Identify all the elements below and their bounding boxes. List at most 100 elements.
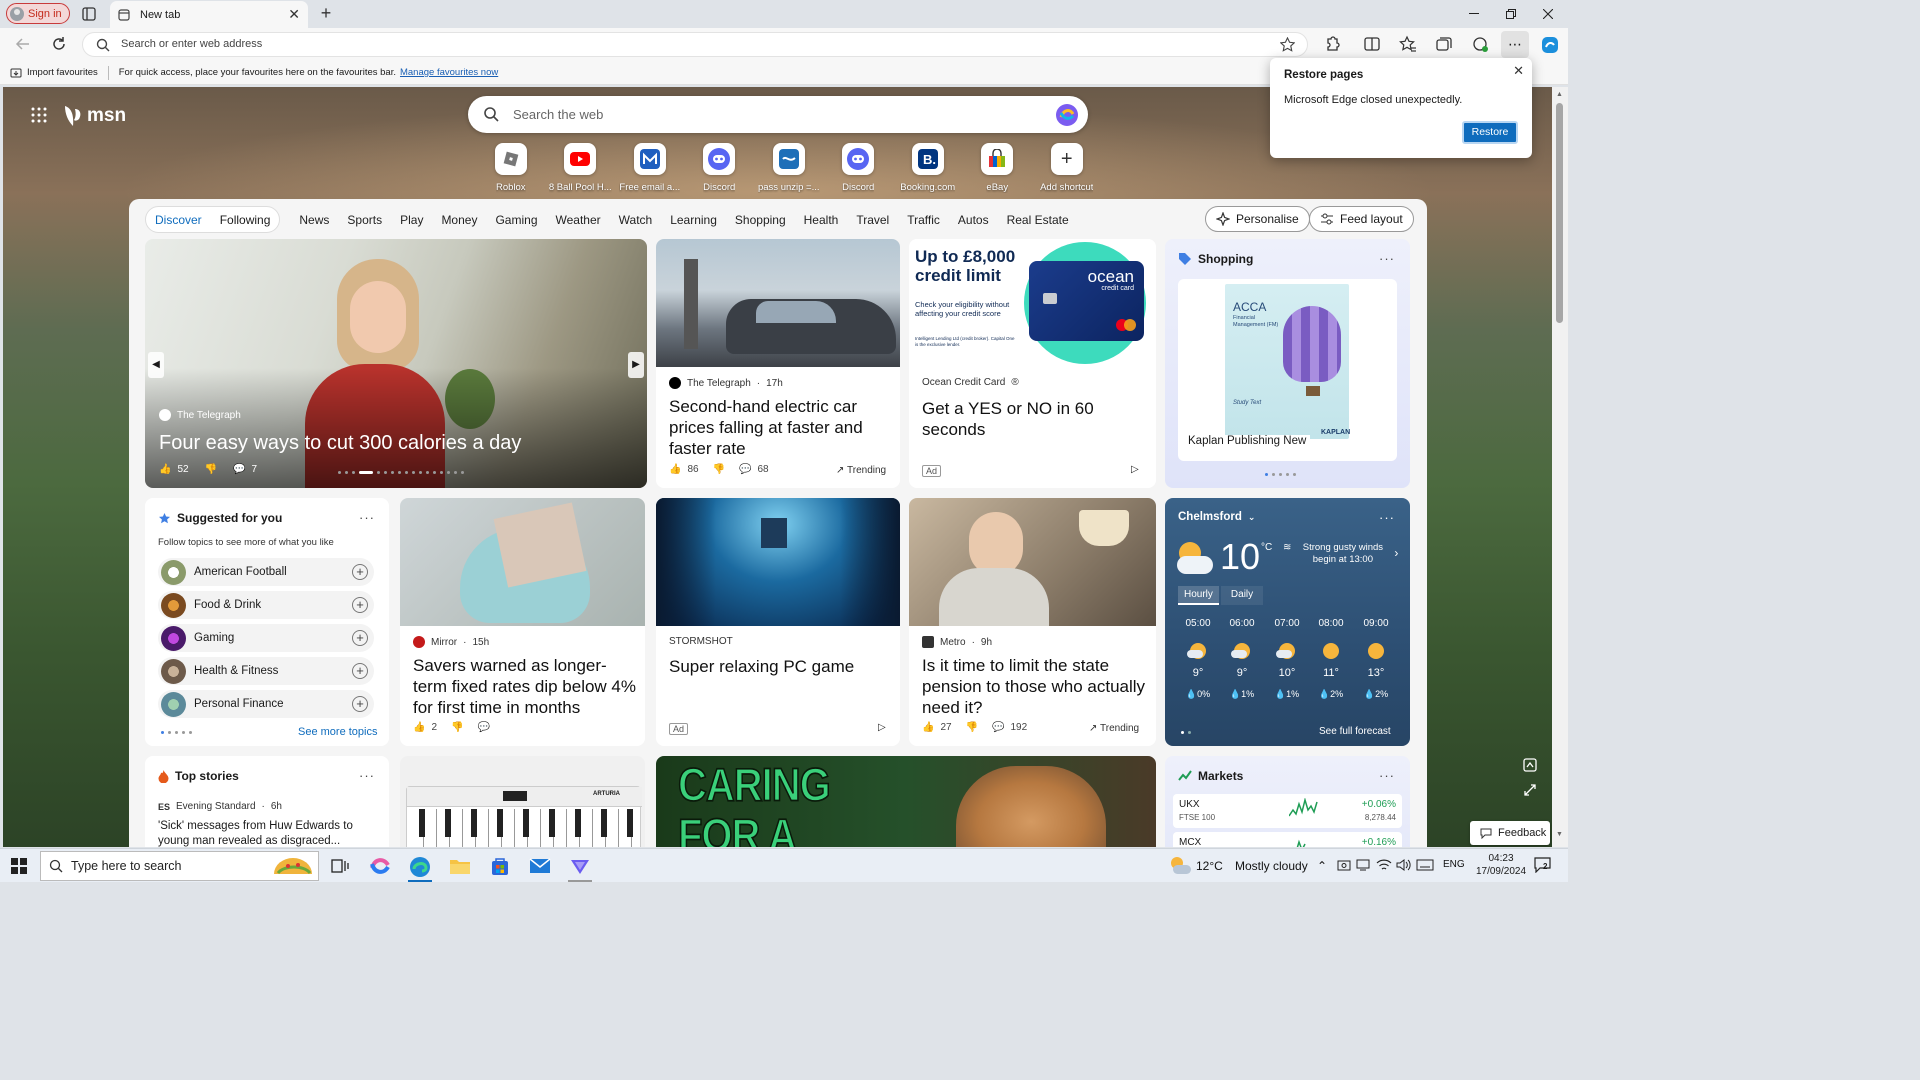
pension-story-headline[interactable]: Is it time to limit the state pension to…: [922, 655, 1147, 718]
ad-info-icon[interactable]: ®: [1011, 377, 1018, 388]
keyboard-story-card[interactable]: ARTURIA: [400, 756, 645, 847]
notification-center-icon[interactable]: 2: [1534, 857, 1552, 873]
follow-plus-icon[interactable]: +: [352, 630, 368, 646]
meet-now-icon[interactable]: [1337, 858, 1351, 872]
device-icon[interactable]: [1356, 858, 1370, 872]
more-options-icon[interactable]: ···: [1379, 510, 1395, 525]
app-launcher-icon[interactable]: [31, 107, 47, 123]
follow-plus-icon[interactable]: +: [352, 597, 368, 613]
shortcut-discord[interactable]: Discord: [685, 143, 755, 193]
like-icon[interactable]: 👍: [413, 722, 425, 733]
wifi-icon[interactable]: [1376, 858, 1392, 872]
tab-health[interactable]: Health: [795, 213, 848, 227]
follow-plus-icon[interactable]: +: [352, 663, 368, 679]
favourite-star-icon[interactable]: [1280, 37, 1295, 52]
chevron-up-icon[interactable]: ⌃: [1317, 859, 1327, 873]
caring-for-a-blind-cat-card[interactable]: CARING FOR A BLIND: [656, 756, 1156, 847]
manage-favourites-link[interactable]: Manage favourites now: [400, 67, 498, 78]
feedback-button[interactable]: Feedback: [1470, 821, 1550, 845]
topic-food-drink[interactable]: Food & Drink +: [158, 591, 374, 619]
tab-news[interactable]: News: [290, 213, 338, 227]
address-bar[interactable]: Search or enter web address: [82, 32, 1308, 57]
ad-choices-icon[interactable]: ▷: [878, 722, 886, 733]
customize-page-icon[interactable]: [1522, 757, 1538, 773]
like-icon[interactable]: 👍: [922, 722, 934, 733]
shortcut-add[interactable]: + Add shortcut: [1032, 143, 1102, 193]
msn-logo[interactable]: msn: [61, 103, 126, 129]
shortcut-8-ball-pool[interactable]: 8 Ball Pool H...: [546, 143, 616, 193]
topic-american-football[interactable]: American Football +: [158, 558, 374, 586]
hero-headline[interactable]: Four easy ways to cut 300 calories a day: [159, 432, 521, 455]
weather-location[interactable]: Chelmsford ⌄: [1178, 511, 1255, 523]
hero-next-icon[interactable]: ▶: [628, 352, 644, 378]
address-input[interactable]: Search or enter web address: [121, 38, 262, 50]
see-full-forecast-link[interactable]: See full forecast: [1319, 726, 1391, 737]
more-options-icon[interactable]: ···: [1379, 768, 1395, 783]
taskbar-weather-desc[interactable]: Mostly cloudy: [1235, 859, 1308, 873]
savers-story-headline[interactable]: Savers warned as longer-term fixed rates…: [413, 655, 638, 718]
minimize-button[interactable]: [1464, 6, 1484, 22]
taskbar-weather-temp[interactable]: 12°C: [1196, 859, 1223, 873]
weather-pager[interactable]: [1181, 731, 1191, 734]
comment-icon[interactable]: 💬: [992, 722, 1004, 733]
car-story-card[interactable]: The Telegraph · 17h Second-hand electric c…: [656, 239, 900, 488]
settings-more-icon[interactable]: ⋯: [1501, 31, 1529, 58]
copilot-icon[interactable]: [1054, 102, 1080, 128]
app-triangle-icon[interactable]: [568, 854, 592, 882]
personalise-button[interactable]: Personalise: [1205, 206, 1310, 232]
signin-button[interactable]: Sign in: [6, 3, 70, 24]
tab-learning[interactable]: Learning: [661, 213, 726, 227]
hero-story-card[interactable]: ◀ ▶ The Telegraph Four easy ways to cut …: [145, 239, 647, 488]
dislike-icon[interactable]: 👎: [451, 722, 463, 733]
ocean-ad-headline[interactable]: Get a YES or NO in 60 seconds: [922, 398, 1142, 440]
hero-pager[interactable]: [338, 471, 464, 474]
keyboard-icon[interactable]: [1416, 858, 1434, 872]
shopping-product[interactable]: ACCA Financial Management (FM) Study Tex…: [1178, 279, 1397, 461]
weather-alert[interactable]: ≋ Strong gusty winds begin at 13:00 ›: [1283, 542, 1398, 566]
dislike-icon[interactable]: 👎: [713, 464, 725, 475]
new-tab-button[interactable]: +: [316, 4, 336, 24]
tab-daily[interactable]: Daily: [1220, 586, 1264, 605]
collections-icon[interactable]: [1435, 35, 1453, 53]
tab-discover[interactable]: Discover: [146, 213, 211, 227]
close-tab-icon[interactable]: ✕: [288, 6, 300, 23]
tab-travel[interactable]: Travel: [847, 213, 898, 227]
close-window-button[interactable]: [1538, 6, 1558, 22]
mail-icon[interactable]: [528, 854, 552, 878]
shortcut-free-email[interactable]: Free email a...: [615, 143, 685, 193]
back-arrow-icon[interactable]: [14, 35, 32, 53]
split-screen-icon[interactable]: [1363, 35, 1381, 53]
taskbar-weather-icon[interactable]: [1169, 855, 1191, 875]
tab-new-tab[interactable]: New tab ✕: [110, 1, 308, 28]
expand-icon[interactable]: [1522, 782, 1538, 798]
shortcut-discord-2[interactable]: Discord: [824, 143, 894, 193]
taskbar-clock[interactable]: 04:23 17/09/2024: [1474, 852, 1528, 878]
more-options-icon[interactable]: ···: [359, 510, 375, 525]
tab-hourly[interactable]: Hourly: [1178, 586, 1219, 605]
language-indicator[interactable]: ENG: [1443, 859, 1465, 870]
feed-layout-button[interactable]: Feed layout: [1309, 206, 1414, 232]
volume-icon[interactable]: [1396, 858, 1412, 872]
tab-traffic[interactable]: Traffic: [898, 213, 949, 227]
web-search-input[interactable]: Search the web: [513, 107, 603, 122]
shortcut-roblox[interactable]: Roblox: [476, 143, 546, 193]
comment-icon[interactable]: 💬: [233, 464, 245, 475]
suggested-pager[interactable]: [161, 731, 192, 734]
tab-gaming[interactable]: Gaming: [486, 213, 546, 227]
tab-play[interactable]: Play: [391, 213, 432, 227]
taskbar-search-input[interactable]: Type here to search: [71, 859, 181, 873]
follow-plus-icon[interactable]: +: [352, 696, 368, 712]
extensions-icon[interactable]: [1323, 35, 1341, 53]
tab-sports[interactable]: Sports: [338, 213, 391, 227]
shopping-pager[interactable]: [1265, 473, 1296, 476]
tab-shopping[interactable]: Shopping: [726, 213, 795, 227]
tab-real-estate[interactable]: Real Estate: [998, 213, 1078, 227]
tab-watch[interactable]: Watch: [610, 213, 662, 227]
edge-taskbar-icon[interactable]: [408, 854, 432, 882]
like-icon[interactable]: 👍: [159, 464, 171, 475]
taskbar-search-box[interactable]: Type here to search: [40, 851, 319, 881]
dislike-icon[interactable]: 👎: [966, 722, 978, 733]
comment-icon[interactable]: 💬: [477, 722, 489, 733]
copilot-taskbar-icon[interactable]: [368, 854, 392, 878]
hero-prev-icon[interactable]: ◀: [148, 352, 164, 378]
